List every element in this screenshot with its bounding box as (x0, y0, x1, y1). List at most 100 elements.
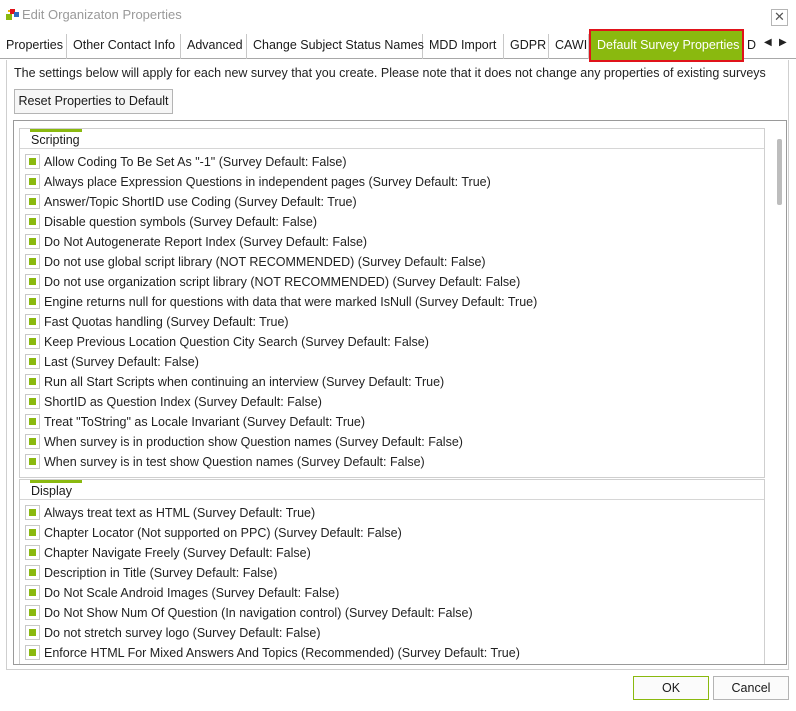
item-label: Fast Quotas handling (Survey Default: Tr… (44, 315, 289, 329)
checkbox-icon[interactable] (25, 645, 40, 660)
list-item[interactable]: Do Not Scale Android Images (Survey Defa… (25, 583, 755, 603)
list-item[interactable]: Chapter Locator (Not supported on PPC) (… (25, 523, 755, 543)
window-title: Edit Organizaton Properties (22, 7, 182, 22)
item-label: Disable question symbols (Survey Default… (44, 215, 318, 229)
list-item[interactable]: Do not stretch survey logo (Survey Defau… (25, 623, 755, 643)
checkbox-icon[interactable] (25, 214, 40, 229)
checkbox-icon[interactable] (25, 585, 40, 600)
tab-change-subject-status-names[interactable]: Change Subject Status Names (247, 34, 424, 59)
reset-properties-button[interactable]: Reset Properties to Default (14, 89, 173, 114)
item-label: Always place Expression Questions in ind… (44, 175, 491, 189)
list-item[interactable]: Do Not Show Num Of Question (In navigati… (25, 603, 755, 623)
checkbox-icon[interactable] (25, 545, 40, 560)
list-item[interactable]: Engine returns null for questions with d… (25, 292, 755, 312)
group-header: Display (20, 480, 764, 500)
checkbox-icon[interactable] (25, 414, 40, 429)
checkbox-icon[interactable] (25, 505, 40, 520)
group-title: Display (31, 484, 72, 498)
item-label: When survey is in test show Question nam… (44, 455, 425, 469)
item-label: Chapter Navigate Freely (Survey Default:… (44, 546, 311, 560)
list-item[interactable]: Do not use organization script library (… (25, 272, 755, 292)
item-label: Do not stretch survey logo (Survey Defau… (44, 626, 321, 640)
cancel-button[interactable]: Cancel (713, 676, 789, 700)
checkbox-icon[interactable] (25, 174, 40, 189)
list-item[interactable]: When survey is in test show Question nam… (25, 452, 755, 472)
checkbox-icon[interactable] (25, 314, 40, 329)
list-item[interactable]: Disable question symbols (Survey Default… (25, 212, 755, 232)
list-item[interactable]: Description in Title (Survey Default: Fa… (25, 563, 755, 583)
list-item[interactable]: Do not use global script library (NOT RE… (25, 252, 755, 272)
checkbox-icon[interactable] (25, 454, 40, 469)
tab-strip: Properties Other Contact Info Advanced C… (0, 29, 796, 62)
group-title: Scripting (31, 133, 80, 147)
item-label: Always treat text as HTML (Survey Defaul… (44, 506, 316, 520)
item-label: Allow Coding To Be Set As "-1" (Survey D… (44, 155, 347, 169)
list-item[interactable]: Always treat text as HTML (Survey Defaul… (25, 503, 755, 523)
tab-mdd-import[interactable]: MDD Import (423, 34, 504, 59)
item-label: Treat "ToString" as Locale Invariant (Su… (44, 415, 366, 429)
item-label: Engine returns null for questions with d… (44, 295, 538, 309)
list-item[interactable]: Enforce HTML For Mixed Answers And Topic… (25, 643, 755, 663)
item-label: Chapter Locator (Not supported on PPC) (… (44, 526, 402, 540)
tab-truncated[interactable]: D (744, 34, 764, 59)
checkbox-icon[interactable] (25, 354, 40, 369)
vertical-scrollbar[interactable] (773, 121, 786, 664)
item-label: Description in Title (Survey Default: Fa… (44, 566, 278, 580)
item-label: ShortID as Question Index (Survey Defaul… (44, 395, 322, 409)
checkbox-icon[interactable] (25, 525, 40, 540)
property-list[interactable]: Scripting Allow Coding To Be Set As "-1"… (13, 120, 787, 665)
list-item[interactable]: When survey is in production show Questi… (25, 432, 755, 452)
close-icon: ✕ (774, 9, 785, 24)
checkbox-icon[interactable] (25, 625, 40, 640)
app-icon (6, 9, 19, 20)
list-item[interactable]: Keep Previous Location Question City Sea… (25, 332, 755, 352)
item-label: Last (Survey Default: False) (44, 355, 199, 369)
list-item[interactable]: Run all Start Scripts when continuing an… (25, 372, 755, 392)
tab-scroll-right-icon[interactable]: ▶ (779, 37, 787, 48)
tab-properties[interactable]: Properties (0, 34, 67, 59)
list-item[interactable]: Answer/Topic ShortID use Coding (Survey … (25, 192, 755, 212)
group-accent (30, 480, 82, 483)
list-item[interactable]: Do Not Autogenerate Report Index (Survey… (25, 232, 755, 252)
group-header: Scripting (20, 129, 764, 149)
item-label: Enforce HTML For Mixed Answers And Topic… (44, 646, 520, 660)
checkbox-icon[interactable] (25, 374, 40, 389)
item-label: Do Not Autogenerate Report Index (Survey… (44, 235, 368, 249)
checkbox-icon[interactable] (25, 154, 40, 169)
scrollbar-thumb[interactable] (777, 139, 782, 205)
list-item[interactable]: Always place Expression Questions in ind… (25, 172, 755, 192)
group-accent (30, 129, 82, 132)
checkbox-icon[interactable] (25, 234, 40, 249)
checkbox-icon[interactable] (25, 254, 40, 269)
list-item[interactable]: Last (Survey Default: False) (25, 352, 755, 372)
item-label: When survey is in production show Questi… (44, 435, 463, 449)
tab-other-contact-info[interactable]: Other Contact Info (67, 34, 181, 59)
tab-scroll-left-icon[interactable]: ◀ (764, 37, 772, 48)
info-text: The settings below will apply for each n… (14, 66, 766, 80)
tab-gdpr[interactable]: GDPR (504, 34, 549, 59)
item-label: Keep Previous Location Question City Sea… (44, 335, 429, 349)
list-item[interactable]: Chapter Navigate Freely (Survey Default:… (25, 543, 755, 563)
checkbox-icon[interactable] (25, 274, 40, 289)
checkbox-icon[interactable] (25, 334, 40, 349)
tab-default-survey-properties[interactable]: Default Survey Properties (589, 29, 744, 62)
checkbox-icon[interactable] (25, 434, 40, 449)
list-item[interactable]: ShortID as Question Index (Survey Defaul… (25, 392, 755, 412)
tab-cawi[interactable]: CAWI (549, 34, 589, 59)
checkbox-icon[interactable] (25, 605, 40, 620)
group-scripting: Scripting Allow Coding To Be Set As "-1"… (19, 128, 765, 478)
checkbox-icon[interactable] (25, 294, 40, 309)
ok-button[interactable]: OK (633, 676, 709, 700)
item-label: Do not use global script library (NOT RE… (44, 255, 486, 269)
checkbox-icon[interactable] (25, 394, 40, 409)
tab-advanced[interactable]: Advanced (181, 34, 247, 59)
item-label: Do Not Show Num Of Question (In navigati… (44, 606, 473, 620)
list-item[interactable]: Allow Coding To Be Set As "-1" (Survey D… (25, 152, 755, 172)
checkbox-icon[interactable] (25, 194, 40, 209)
close-button[interactable]: ✕ (771, 9, 788, 26)
list-item[interactable]: Treat "ToString" as Locale Invariant (Su… (25, 412, 755, 432)
item-label: Do Not Scale Android Images (Survey Defa… (44, 586, 340, 600)
item-label: Answer/Topic ShortID use Coding (Survey … (44, 195, 357, 209)
list-item[interactable]: Fast Quotas handling (Survey Default: Tr… (25, 312, 755, 332)
checkbox-icon[interactable] (25, 565, 40, 580)
